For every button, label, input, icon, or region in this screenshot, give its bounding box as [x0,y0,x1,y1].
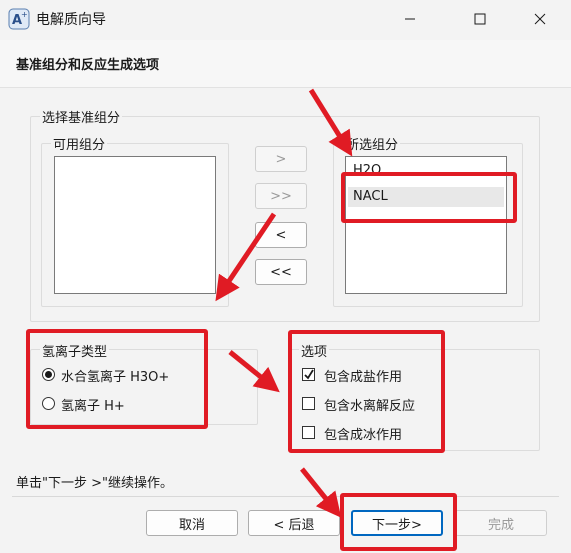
add-button[interactable]: > [255,146,307,172]
base-components-label: 选择基准组分 [40,107,123,126]
minimize-button[interactable] [387,0,433,38]
finish-button[interactable]: 完成 [455,510,547,536]
add-all-button[interactable]: >> [255,183,307,209]
arrow-to-next [300,467,342,518]
ice-formation-checkbox[interactable] [302,426,315,439]
salt-formation-label[interactable]: 包含成盐作用 [324,366,402,385]
h-plus-radio[interactable] [42,397,55,410]
minimize-icon [405,18,415,20]
water-dissociation-label[interactable]: 包含水离解反应 [324,395,415,414]
selected-components-list[interactable]: H2O NACL [345,156,507,294]
hydrogen-ion-label: 氢离子类型 [40,341,110,360]
maximize-button[interactable] [457,0,503,38]
window-title: 电解质向导 [36,12,106,28]
instruction-text: 单击"下一步 >"继续操作。 [16,476,173,491]
back-button[interactable]: < 后退 [248,510,340,536]
remove-all-button[interactable]: << [255,259,307,285]
app-icon: A + [8,8,30,30]
ice-formation-label[interactable]: 包含成冰作用 [324,424,402,443]
footer-divider [12,496,559,497]
h3o-option-label[interactable]: 水合氢离子 H3O+ [61,366,169,385]
page-title: 基准组分和反应生成选项 [16,58,160,73]
list-item-nacl[interactable]: NACL [348,187,504,207]
h3o-radio[interactable] [42,368,55,381]
close-button[interactable] [517,0,563,38]
available-components-label: 可用组分 [51,134,108,153]
maximize-icon [474,13,486,25]
svg-text:+: + [21,10,28,19]
options-label: 选项 [299,341,330,360]
remove-button[interactable]: < [255,222,307,248]
cancel-button[interactable]: 取消 [146,510,238,536]
water-dissociation-checkbox[interactable] [302,397,315,410]
available-components-list[interactable] [54,156,216,294]
salt-formation-checkbox[interactable] [302,368,315,381]
h-plus-option-label[interactable]: 氢离子 H+ [61,395,125,414]
checkmark-icon [304,369,314,380]
next-button[interactable]: 下一步> [351,510,443,536]
selected-components-label: 所选组分 [344,134,401,153]
close-icon [534,13,546,25]
list-item-h2o[interactable]: H2O [348,161,504,181]
